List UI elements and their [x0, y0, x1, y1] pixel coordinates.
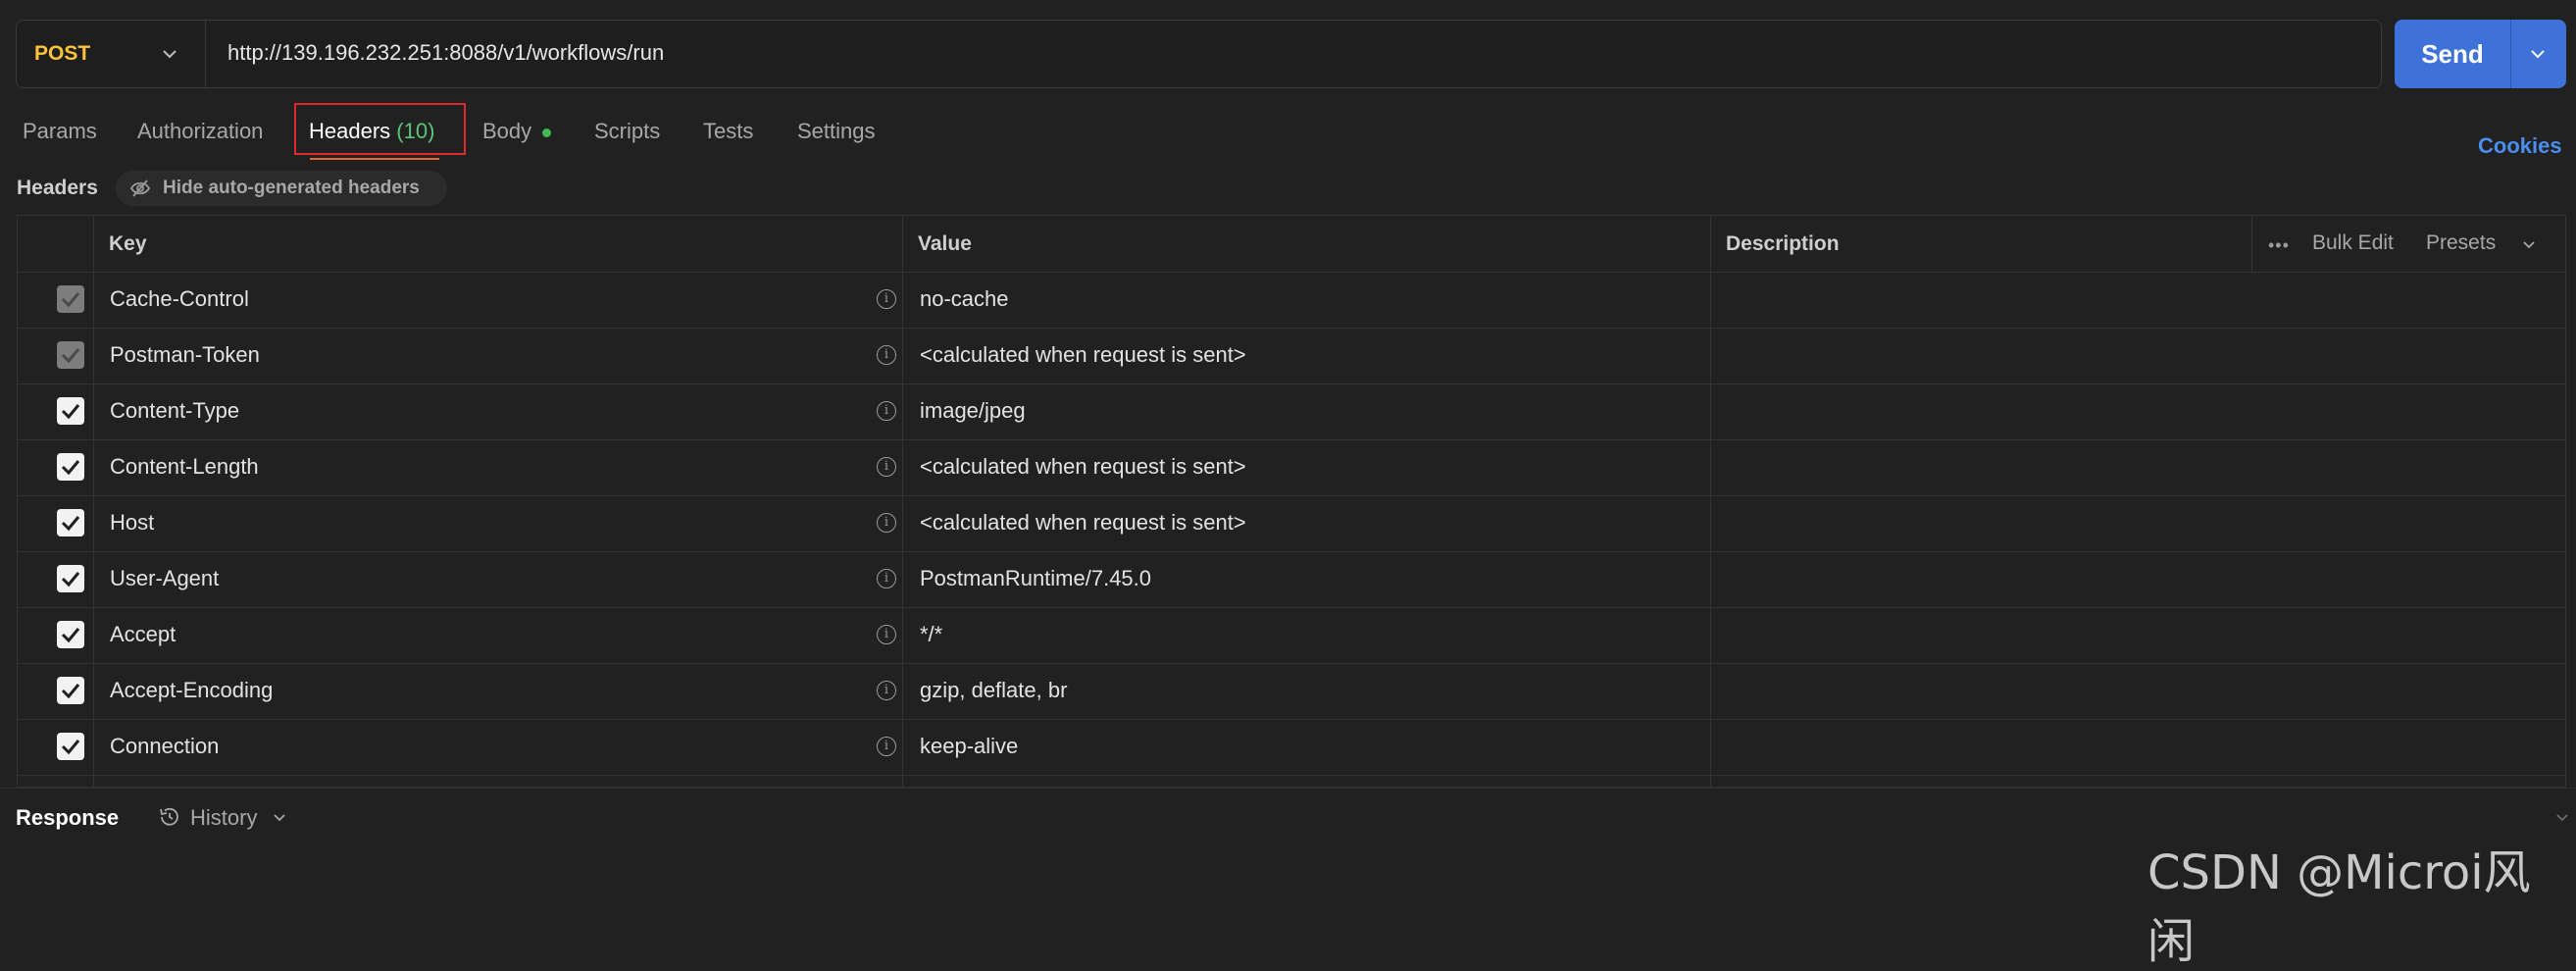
- headers-section-title: Headers: [17, 177, 98, 199]
- header-key[interactable]: Host: [110, 510, 154, 536]
- chevron-down-icon: [274, 814, 285, 822]
- body-status-dot: [542, 128, 551, 137]
- info-icon[interactable]: [877, 345, 896, 365]
- info-icon[interactable]: [877, 625, 896, 644]
- row-checkbox[interactable]: [57, 677, 84, 704]
- header-key[interactable]: Accept: [110, 622, 176, 647]
- info-icon[interactable]: [877, 681, 896, 700]
- bulk-edit-button[interactable]: Bulk Edit: [2312, 231, 2394, 255]
- cookies-link[interactable]: Cookies: [2478, 133, 2562, 159]
- row-divider: [18, 775, 2565, 776]
- info-icon[interactable]: [877, 737, 896, 756]
- column-divider: [2251, 216, 2252, 272]
- tab-authorization[interactable]: Authorization: [137, 119, 263, 144]
- column-header-value: Value: [918, 232, 972, 255]
- header-value[interactable]: <calculated when request is sent>: [920, 342, 1246, 368]
- tab-scripts[interactable]: Scripts: [594, 119, 660, 144]
- send-options-chevron-icon[interactable]: [2527, 43, 2549, 65]
- header-value[interactable]: gzip, deflate, br: [920, 678, 1067, 703]
- header-value[interactable]: keep-alive: [920, 734, 1018, 759]
- send-divider: [2510, 20, 2511, 88]
- header-key[interactable]: User-Agent: [110, 566, 219, 591]
- table-row: Host <calculated when request is sent>: [18, 495, 2565, 551]
- tab-settings[interactable]: Settings: [797, 119, 876, 144]
- header-value[interactable]: <calculated when request is sent>: [920, 510, 1246, 536]
- url-input[interactable]: http://139.196.232.251:8088/v1/workflows…: [227, 40, 664, 66]
- row-checkbox[interactable]: [57, 341, 84, 369]
- header-value[interactable]: <calculated when request is sent>: [920, 454, 1246, 480]
- info-icon[interactable]: [877, 569, 896, 588]
- tab-body[interactable]: Body: [482, 119, 531, 144]
- column-header-key: Key: [109, 232, 147, 255]
- table-row: Accept-Encoding gzip, deflate, br: [18, 663, 2565, 719]
- send-button-group: Send: [2395, 20, 2566, 88]
- header-key[interactable]: Connection: [110, 734, 219, 759]
- table-row: Connection keep-alive: [18, 719, 2565, 775]
- table-row: Accept */*: [18, 607, 2565, 663]
- more-options-icon[interactable]: •••: [2268, 235, 2290, 256]
- active-tab-underline: [310, 158, 439, 160]
- table-row: User-Agent PostmanRuntime/7.45.0: [18, 551, 2565, 607]
- method-select[interactable]: POST: [17, 21, 206, 87]
- header-value[interactable]: */*: [920, 622, 942, 647]
- collapse-panel-chevron-icon[interactable]: [2553, 808, 2571, 826]
- chevron-down-icon: [2523, 241, 2535, 249]
- tab-tests[interactable]: Tests: [703, 119, 753, 144]
- tab-params[interactable]: Params: [23, 119, 97, 144]
- watermark-text: CSDN @Microi风闲: [2147, 845, 2531, 969]
- row-checkbox[interactable]: [57, 397, 84, 425]
- table-row: Cache-Control no-cache: [18, 272, 2565, 328]
- row-checkbox[interactable]: [57, 621, 84, 648]
- annotation-highlight-box: [294, 103, 466, 155]
- eye-off-icon: [129, 179, 151, 197]
- header-key[interactable]: Cache-Control: [110, 286, 249, 312]
- history-icon: [160, 807, 178, 826]
- chevron-down-icon: [163, 50, 177, 59]
- table-row: Content-Type image/jpeg: [18, 383, 2565, 439]
- hide-auto-headers-button[interactable]: Hide auto-generated headers: [116, 171, 447, 206]
- row-checkbox[interactable]: [57, 509, 84, 537]
- method-label: POST: [34, 42, 91, 65]
- response-tab[interactable]: Response: [16, 805, 119, 831]
- hide-auto-headers-label: Hide auto-generated headers: [163, 178, 420, 198]
- request-url-bar: POST http://139.196.232.251:8088/v1/work…: [16, 20, 2382, 88]
- headers-table: Key Value Description ••• Bulk Edit Pres…: [17, 215, 2566, 788]
- history-dropdown[interactable]: History: [190, 805, 257, 831]
- header-value[interactable]: no-cache: [920, 286, 1009, 312]
- row-checkbox[interactable]: [57, 285, 84, 313]
- header-key[interactable]: Postman-Token: [110, 342, 260, 368]
- header-key[interactable]: Content-Length: [110, 454, 259, 480]
- info-icon[interactable]: [877, 513, 896, 533]
- header-key[interactable]: Accept-Encoding: [110, 678, 273, 703]
- info-icon[interactable]: [877, 457, 896, 477]
- row-checkbox[interactable]: [57, 565, 84, 592]
- header-value[interactable]: PostmanRuntime/7.45.0: [920, 566, 1151, 591]
- panel-divider: [0, 788, 2576, 789]
- presets-dropdown[interactable]: Presets: [2426, 231, 2496, 255]
- info-icon[interactable]: [877, 401, 896, 421]
- send-button[interactable]: Send: [2395, 20, 2510, 88]
- row-checkbox[interactable]: [57, 453, 84, 481]
- column-header-description: Description: [1726, 232, 1840, 255]
- row-checkbox[interactable]: [57, 733, 84, 760]
- info-icon[interactable]: [877, 289, 896, 309]
- header-key[interactable]: Content-Type: [110, 398, 239, 424]
- header-value[interactable]: image/jpeg: [920, 398, 1026, 424]
- table-row: Content-Length <calculated when request …: [18, 439, 2565, 495]
- table-row: Postman-Token <calculated when request i…: [18, 328, 2565, 383]
